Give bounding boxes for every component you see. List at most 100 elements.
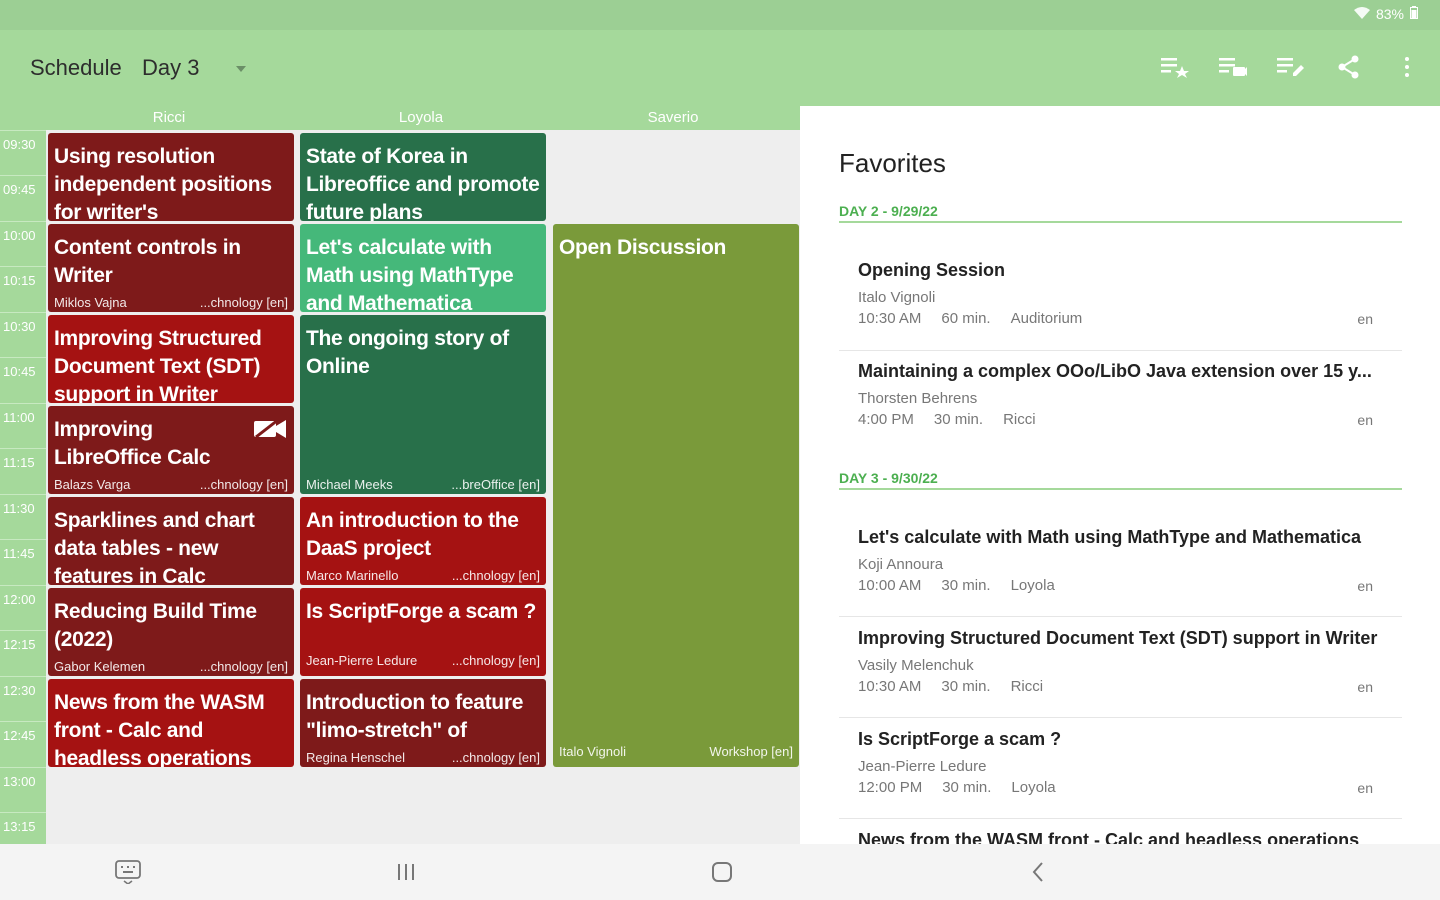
favorite-meta: 10:30 AM 30 min. Ricci (858, 678, 1383, 695)
session-card[interactable]: Using resolution independent positions f… (48, 133, 294, 221)
session-card[interactable]: Reducing Build Time (2022) Gabor Kelemen… (48, 588, 294, 676)
chevron-down-icon[interactable] (236, 66, 246, 72)
session-track: ...chnology [en] (451, 750, 540, 765)
session-card[interactable]: Sparklines and chart data tables - new f… (48, 497, 294, 585)
favorite-item[interactable]: News from the WASM front - Calc and head… (858, 830, 1383, 844)
favorite-room: Auditorium (1010, 310, 1083, 327)
playlist-star-icon[interactable] (1160, 52, 1190, 82)
playlist-icon[interactable] (1218, 52, 1248, 82)
playlist-edit-icon[interactable] (1276, 52, 1306, 82)
favorite-speaker: Jean-Pierre Ledure (858, 758, 987, 775)
favorite-language: en (1357, 578, 1373, 594)
session-title: Introduction to feature "limo-stretch" o… (306, 691, 524, 742)
time-slot: 10:45 (0, 357, 46, 402)
session-card[interactable]: Introduction to feature "limo-stretch" o… (300, 679, 546, 767)
favorite-room: Loyola (1011, 779, 1056, 796)
session-card[interactable]: Is ScriptForge a scam ? Jean-Pierre Ledu… (300, 588, 546, 676)
keyboard-icon[interactable] (114, 860, 142, 884)
session-title: An introduction to the DaaS project (306, 509, 519, 560)
session-track: ...chnology [en] (451, 568, 540, 583)
session-title: Reducing Build Time (2022) (54, 600, 257, 651)
time-slot: 11:15 (0, 448, 46, 493)
wifi-icon (1353, 6, 1370, 22)
session-card[interactable]: Improving LibreOffice Calc Balazs Varga.… (48, 406, 294, 494)
session-title: Is ScriptForge a scam ? (306, 600, 537, 623)
day-header: DAY 3 - 9/30/22 (839, 470, 1402, 490)
session-card[interactable]: Improving Structured Document Text (SDT)… (48, 315, 294, 403)
favorite-title: Maintaining a complex OOo/LibO Java exte… (858, 361, 1372, 381)
room-header: Ricci Loyola Saverio (0, 106, 800, 130)
favorite-room: Ricci (1010, 678, 1044, 695)
time-slot: 11:00 (0, 403, 46, 448)
session-title: The ongoing story of Online (306, 327, 509, 378)
time-column: 09:30 09:45 10:00 10:15 10:30 10:45 11:0… (0, 130, 46, 844)
session-track: ...breOffice [en] (451, 477, 540, 492)
favorite-meta: 10:00 AM 30 min. Loyola (858, 577, 1383, 594)
session-footer: Jean-Pierre Ledure ...chnology [en] (306, 653, 540, 668)
session-speaker: Miklos Vajna (54, 295, 127, 310)
session-speaker: Marco Marinello (306, 568, 399, 583)
favorite-item[interactable]: Let's calculate with Math using MathType… (858, 527, 1383, 594)
session-card[interactable]: The ongoing story of Online Michael Meek… (300, 315, 546, 494)
session-footer: Balazs Varga ...chnology [en] (54, 477, 288, 492)
session-footer: Italo Vignoli Workshop [en] (559, 744, 793, 759)
favorite-language: en (1357, 311, 1373, 327)
status-bar: 83% (0, 0, 1440, 30)
session-title: Using resolution independent positions f… (54, 145, 272, 221)
session-speaker: Regina Henschel (306, 750, 406, 765)
session-title: Improving Structured Document Text (SDT)… (54, 327, 262, 403)
session-footer: Gabor Kelemen ...chnology [en] (54, 659, 288, 674)
more-vert-icon[interactable] (1392, 52, 1422, 82)
time-slot: 12:30 (0, 676, 46, 721)
favorite-item[interactable]: Opening Session Italo Vignoli 10:30 AM 6… (858, 260, 1383, 327)
schedule-grid: Ricci Loyola Saverio 09:30 09:45 10:00 1… (0, 106, 800, 844)
divider (839, 818, 1402, 819)
time-slot: 13:00 (0, 767, 46, 812)
session-card[interactable]: Let's calculate with Math using MathType… (300, 224, 546, 312)
session-footer: Regina Henschel ...chnology [en] (306, 750, 540, 765)
session-speaker: Jean-Pierre Ledure (306, 653, 418, 668)
favorite-item[interactable]: Maintaining a complex OOo/LibO Java exte… (858, 361, 1383, 428)
share-icon[interactable] (1334, 52, 1364, 82)
favorite-meta: 12:00 PM 30 min. Loyola (858, 779, 1383, 796)
favorite-duration: 60 min. (941, 310, 991, 327)
session-speaker: Balazs Varga (54, 477, 131, 492)
video-off-icon (254, 418, 286, 443)
time-slot: 10:15 (0, 266, 46, 311)
favorite-speaker: Thorsten Behrens (858, 390, 978, 407)
session-card[interactable]: Content controls in Writer Miklos Vajna.… (48, 224, 294, 312)
time-slot: 10:00 (0, 221, 46, 266)
session-title: Open Discussion (559, 236, 727, 259)
favorite-duration: 30 min. (941, 678, 991, 695)
back-icon[interactable] (1024, 860, 1052, 884)
session-card[interactable]: Open Discussion Italo Vignoli Workshop [e… (553, 224, 799, 767)
favorite-language: en (1357, 679, 1373, 695)
session-speaker: Michael Meeks (306, 477, 393, 492)
session-footer: Marco Marinello ...chnology [en] (306, 568, 540, 583)
recents-icon[interactable] (392, 860, 420, 884)
session-track: Workshop [en] (709, 744, 793, 759)
favorite-item[interactable]: Is ScriptForge a scam ? Jean-Pierre Ledu… (858, 729, 1383, 796)
favorite-room: Loyola (1010, 577, 1055, 594)
favorite-room: Ricci (1003, 411, 1036, 428)
favorite-time: 10:00 AM (858, 577, 922, 594)
session-title: Improving LibreOffice Calc (54, 418, 211, 469)
time-slot: 11:30 (0, 494, 46, 539)
home-icon[interactable] (708, 860, 736, 884)
time-slot: 13:15 (0, 812, 46, 844)
session-title: Content controls in Writer (54, 236, 241, 287)
favorite-language: en (1357, 780, 1373, 796)
favorite-item[interactable]: Improving Structured Document Text (SDT)… (858, 628, 1383, 695)
favorite-duration: 30 min. (933, 411, 984, 428)
day-selector[interactable]: Day 3 (142, 55, 199, 81)
session-card[interactable]: News from the WASM front - Calc and head… (48, 679, 294, 767)
battery-icon (1410, 6, 1418, 22)
favorite-title: Is ScriptForge a scam ? (858, 729, 1062, 749)
time-slot: 12:00 (0, 585, 46, 630)
session-card[interactable]: An introduction to the DaaS project Marc… (300, 497, 546, 585)
session-speaker: Gabor Kelemen (54, 659, 146, 674)
session-card[interactable]: State of Korea in Libreoffice and promot… (300, 133, 546, 221)
time-slot: 10:30 (0, 312, 46, 357)
room-column-header: Saverio (647, 109, 699, 126)
favorite-time: 4:00 PM (858, 411, 914, 428)
